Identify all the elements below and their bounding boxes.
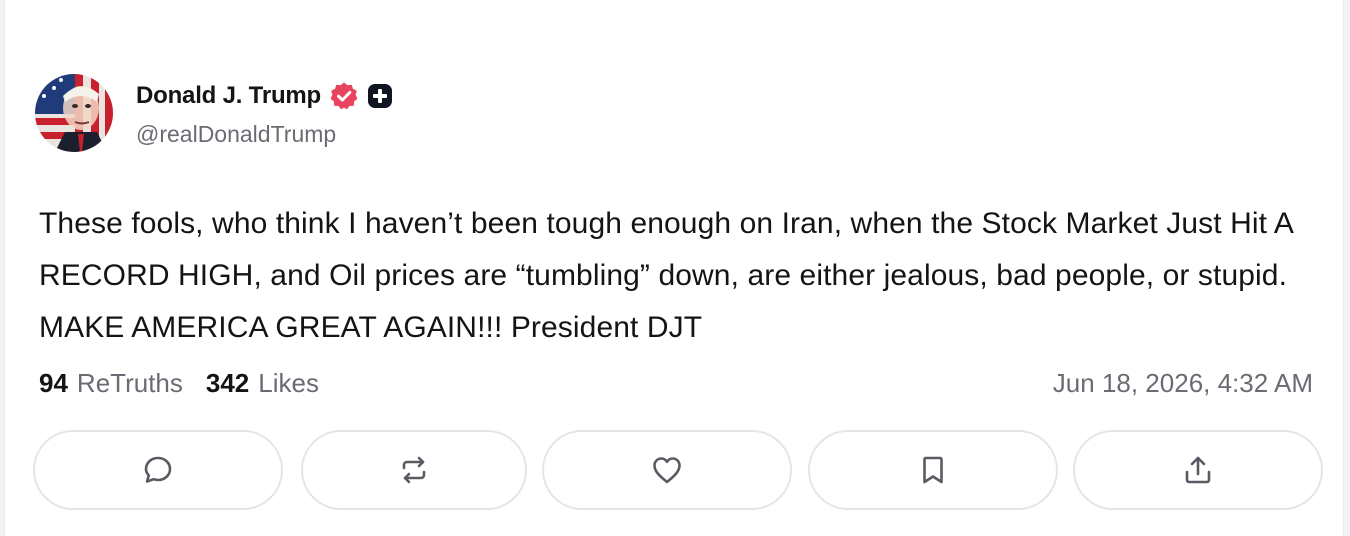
post-stats: 94 ReTruths 342 Likes: [39, 367, 319, 399]
post-body-text: These fools, who think I haven’t been to…: [39, 207, 1293, 344]
author-handle[interactable]: @realDonaldTrump: [136, 121, 336, 148]
share-icon: [1185, 456, 1211, 484]
like-button[interactable]: [542, 430, 792, 510]
avatar-image: [35, 74, 113, 152]
likes-stat[interactable]: 342 Likes: [206, 368, 319, 399]
author-name-row: Donald J. Trump: [136, 80, 393, 112]
retruth-button[interactable]: [301, 430, 527, 510]
retruth-icon: [402, 456, 426, 484]
bookmark-button[interactable]: [808, 430, 1058, 510]
retruths-label: ReTruths: [76, 367, 183, 398]
comment-icon: [144, 456, 172, 483]
post-action-bar: [33, 430, 1323, 510]
heart-icon: [653, 457, 681, 484]
post-timestamp[interactable]: Jun 18, 2026, 4:32 AM: [1053, 367, 1313, 399]
reply-button[interactable]: [33, 430, 283, 510]
share-button[interactable]: [1073, 430, 1323, 510]
likes-label: Likes: [258, 367, 319, 398]
retruths-stat[interactable]: 94 ReTruths: [39, 368, 183, 399]
retruths-count: 94: [39, 367, 68, 398]
author-avatar[interactable]: [35, 74, 113, 152]
truth-plus-icon: [367, 83, 393, 109]
truth-post-card: Donald J. Trump @realDonaldTrump These f…: [4, 0, 1344, 536]
verified-badge-icon: [329, 81, 359, 111]
bookmark-icon: [923, 456, 943, 484]
author-display-name[interactable]: Donald J. Trump: [136, 82, 321, 110]
likes-count: 342: [205, 367, 250, 398]
